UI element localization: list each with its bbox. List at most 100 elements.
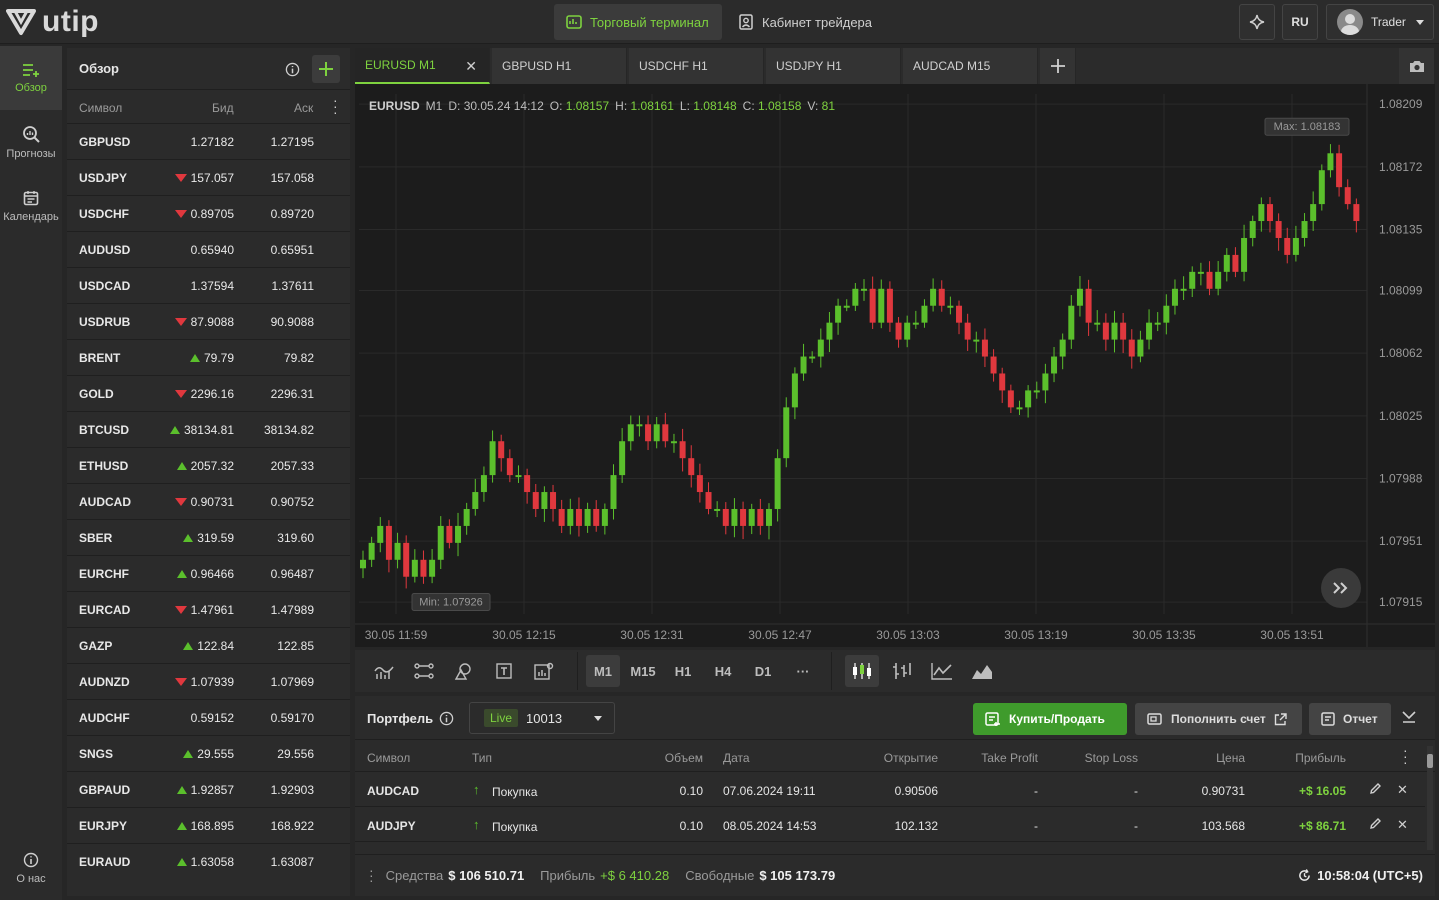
watchlist-row[interactable]: USDJPY 157.057 157.058 <box>67 159 350 195</box>
col-symbol[interactable]: Символ <box>367 751 410 765</box>
more-vertical-icon[interactable]: · · · <box>369 863 374 887</box>
trading-terminal-button[interactable]: Торговый терминал <box>554 4 722 40</box>
tf-m15-button[interactable]: M15 <box>626 655 660 687</box>
watchlist-row[interactable]: EURJPY 168.895 168.922 <box>67 807 350 843</box>
edit-icon[interactable] <box>1369 817 1382 833</box>
info-l-label: L: <box>679 99 690 113</box>
watchlist-row[interactable]: EURCAD 1.47961 1.47989 <box>67 591 350 627</box>
info-icon[interactable] <box>285 62 300 80</box>
candle-body <box>1180 288 1187 291</box>
sparkle-button[interactable] <box>1239 4 1275 40</box>
candles-type-button[interactable] <box>845 655 879 687</box>
nav-item-about[interactable]: О нас <box>0 836 62 900</box>
lines-tool-button[interactable] <box>407 655 441 687</box>
portfolio-scrollbar[interactable] <box>1427 746 1433 850</box>
watchlist-row[interactable]: GOLD 2296.16 2296.31 <box>67 375 350 411</box>
col-bid[interactable]: Бид <box>212 101 234 115</box>
more-vertical-icon[interactable]: · · · <box>1403 743 1408 769</box>
col-type[interactable]: Тип <box>472 751 492 765</box>
nav-item-overview[interactable]: Обзор <box>0 46 62 110</box>
col-price[interactable]: Цена <box>1216 751 1245 765</box>
position-row[interactable]: AUDCAD ↑ Покупка 0.10 07.06.2024 19:11 0.9050… <box>355 773 1425 807</box>
price-chart[interactable]: 1.08209 1.08172 1.08135 1.08099 1.08062 1.080… <box>355 84 1435 647</box>
col-profit[interactable]: Прибыль <box>1295 751 1346 765</box>
tab-audcad-m15[interactable]: AUDCAD M15 <box>903 48 1038 84</box>
watchlist-row[interactable]: EURCHF 0.96466 0.96487 <box>67 555 350 591</box>
candle-body <box>990 356 997 374</box>
more-timeframes-button[interactable]: ··· <box>786 655 820 687</box>
col-open[interactable]: Открытие <box>884 751 938 765</box>
col-take-profit[interactable]: Take Profit <box>981 751 1038 765</box>
more-vertical-icon[interactable]: · · · <box>333 93 338 119</box>
nav-item-forecasts[interactable]: Прогнозы <box>0 110 62 174</box>
watchlist-row[interactable]: GBPUSD 1.27182 1.27195 <box>67 123 350 159</box>
watchlist-row[interactable]: USDRUB 87.9088 90.9088 <box>67 303 350 339</box>
watchlist-row[interactable]: AUDCAD 0.90731 0.90752 <box>67 483 350 519</box>
nav-item-calendar[interactable]: Календарь <box>0 174 62 238</box>
tf-h4-button[interactable]: H4 <box>706 655 740 687</box>
arrow-down-icon <box>174 318 187 326</box>
watchlist-row[interactable]: SNGS 29.555 29.556 <box>67 735 350 771</box>
bars-type-button[interactable] <box>885 655 919 687</box>
chart-settings-button[interactable] <box>527 655 561 687</box>
tab-usdchf-h1[interactable]: USDCHF H1 <box>629 48 764 84</box>
info-close: 1.08158 <box>758 99 802 113</box>
line-type-button[interactable] <box>925 655 959 687</box>
watchlist-row[interactable]: GBPAUD 1.92857 1.92903 <box>67 771 350 807</box>
watchlist-row[interactable]: AUDUSD 0.65940 0.65951 <box>67 231 350 267</box>
position-row[interactable]: AUDJPY ↑ Покупка 0.10 08.05.2024 14:53 102.13… <box>355 808 1425 842</box>
logo[interactable]: utip <box>6 5 99 39</box>
tab-gbpusd-h1[interactable]: GBPUSD H1 <box>492 48 627 84</box>
watchlist-row[interactable]: GAZP 122.84 122.85 <box>67 627 350 663</box>
watchlist-row[interactable]: SBER 319.59 319.60 <box>67 519 350 555</box>
account-select[interactable]: Live 10013 <box>469 702 615 734</box>
close-position-icon[interactable]: ✕ <box>1397 817 1408 833</box>
scroll-to-latest-button[interactable] <box>1321 568 1361 608</box>
tf-h1-button[interactable]: H1 <box>666 655 700 687</box>
arrow-up-icon <box>183 534 194 542</box>
add-tab-button[interactable] <box>1040 48 1076 84</box>
row-ask: 0.59170 <box>270 711 314 725</box>
indicators-button[interactable] <box>367 655 401 687</box>
tab-usdjpy-h1[interactable]: USDJPY H1 <box>766 48 901 84</box>
report-button[interactable]: Отчет <box>1309 703 1391 735</box>
collapse-panel-icon[interactable] <box>1401 708 1417 727</box>
watchlist-row[interactable]: AUDNZD 1.07939 1.07969 <box>67 663 350 699</box>
candlestick-chart[interactable]: 1.08209 1.08172 1.08135 1.08099 1.08062 1.080… <box>355 84 1435 647</box>
tf-d1-button[interactable]: D1 <box>746 655 780 687</box>
col-ask[interactable]: Аск <box>294 101 313 115</box>
watchlist-row[interactable]: BRENT 79.79 79.82 <box>67 339 350 375</box>
watchlist-row[interactable]: USDCAD 1.37594 1.37611 <box>67 267 350 303</box>
bid-value: 38134.81 <box>183 423 234 437</box>
watchlist-row[interactable]: USDCHF 0.89705 0.89720 <box>67 195 350 231</box>
buy-sell-button[interactable]: Купить/Продать <box>973 703 1127 735</box>
add-symbol-button[interactable] <box>312 55 340 83</box>
watchlist-row[interactable]: BTCUSD 38134.81 38134.82 <box>67 411 350 447</box>
deposit-button[interactable]: Пополнить счет <box>1135 703 1302 735</box>
x-tick-label: 30.05 13:19 <box>1004 628 1068 642</box>
area-type-button[interactable] <box>965 655 999 687</box>
language-button[interactable]: RU <box>1282 4 1318 40</box>
close-position-icon[interactable]: ✕ <box>1397 782 1408 798</box>
row-ask: 0.89720 <box>270 207 314 221</box>
text-tool-button[interactable] <box>487 655 521 687</box>
info-icon[interactable] <box>439 711 454 729</box>
y-tick-label: 1.07951 <box>1379 534 1423 548</box>
col-symbol[interactable]: Символ <box>79 101 122 115</box>
close-icon[interactable]: ✕ <box>465 58 477 75</box>
tab-eurusd-m1[interactable]: EURUSD M1 ✕ <box>355 48 490 84</box>
watchlist-row[interactable]: AUDCHF 0.59152 0.59170 <box>67 699 350 735</box>
col-date[interactable]: Дата <box>723 751 750 765</box>
watchlist-row[interactable]: EURAUD 1.63058 1.63087 <box>67 843 350 879</box>
trader-cabinet-button[interactable]: Кабинет трейдера <box>726 4 886 40</box>
user-menu-button[interactable]: Trader <box>1326 4 1434 40</box>
watchlist-row[interactable]: ETHUSD 2057.32 2057.33 <box>67 447 350 483</box>
bid-value: 0.96466 <box>190 567 234 581</box>
screenshot-button[interactable] <box>1399 48 1435 84</box>
shapes-tool-button[interactable] <box>447 655 481 687</box>
tf-m1-button[interactable]: M1 <box>586 655 620 687</box>
col-stop-loss[interactable]: Stop Loss <box>1085 751 1138 765</box>
col-volume[interactable]: Объем <box>665 751 703 765</box>
edit-icon[interactable] <box>1369 782 1382 798</box>
candle-body <box>463 508 470 526</box>
